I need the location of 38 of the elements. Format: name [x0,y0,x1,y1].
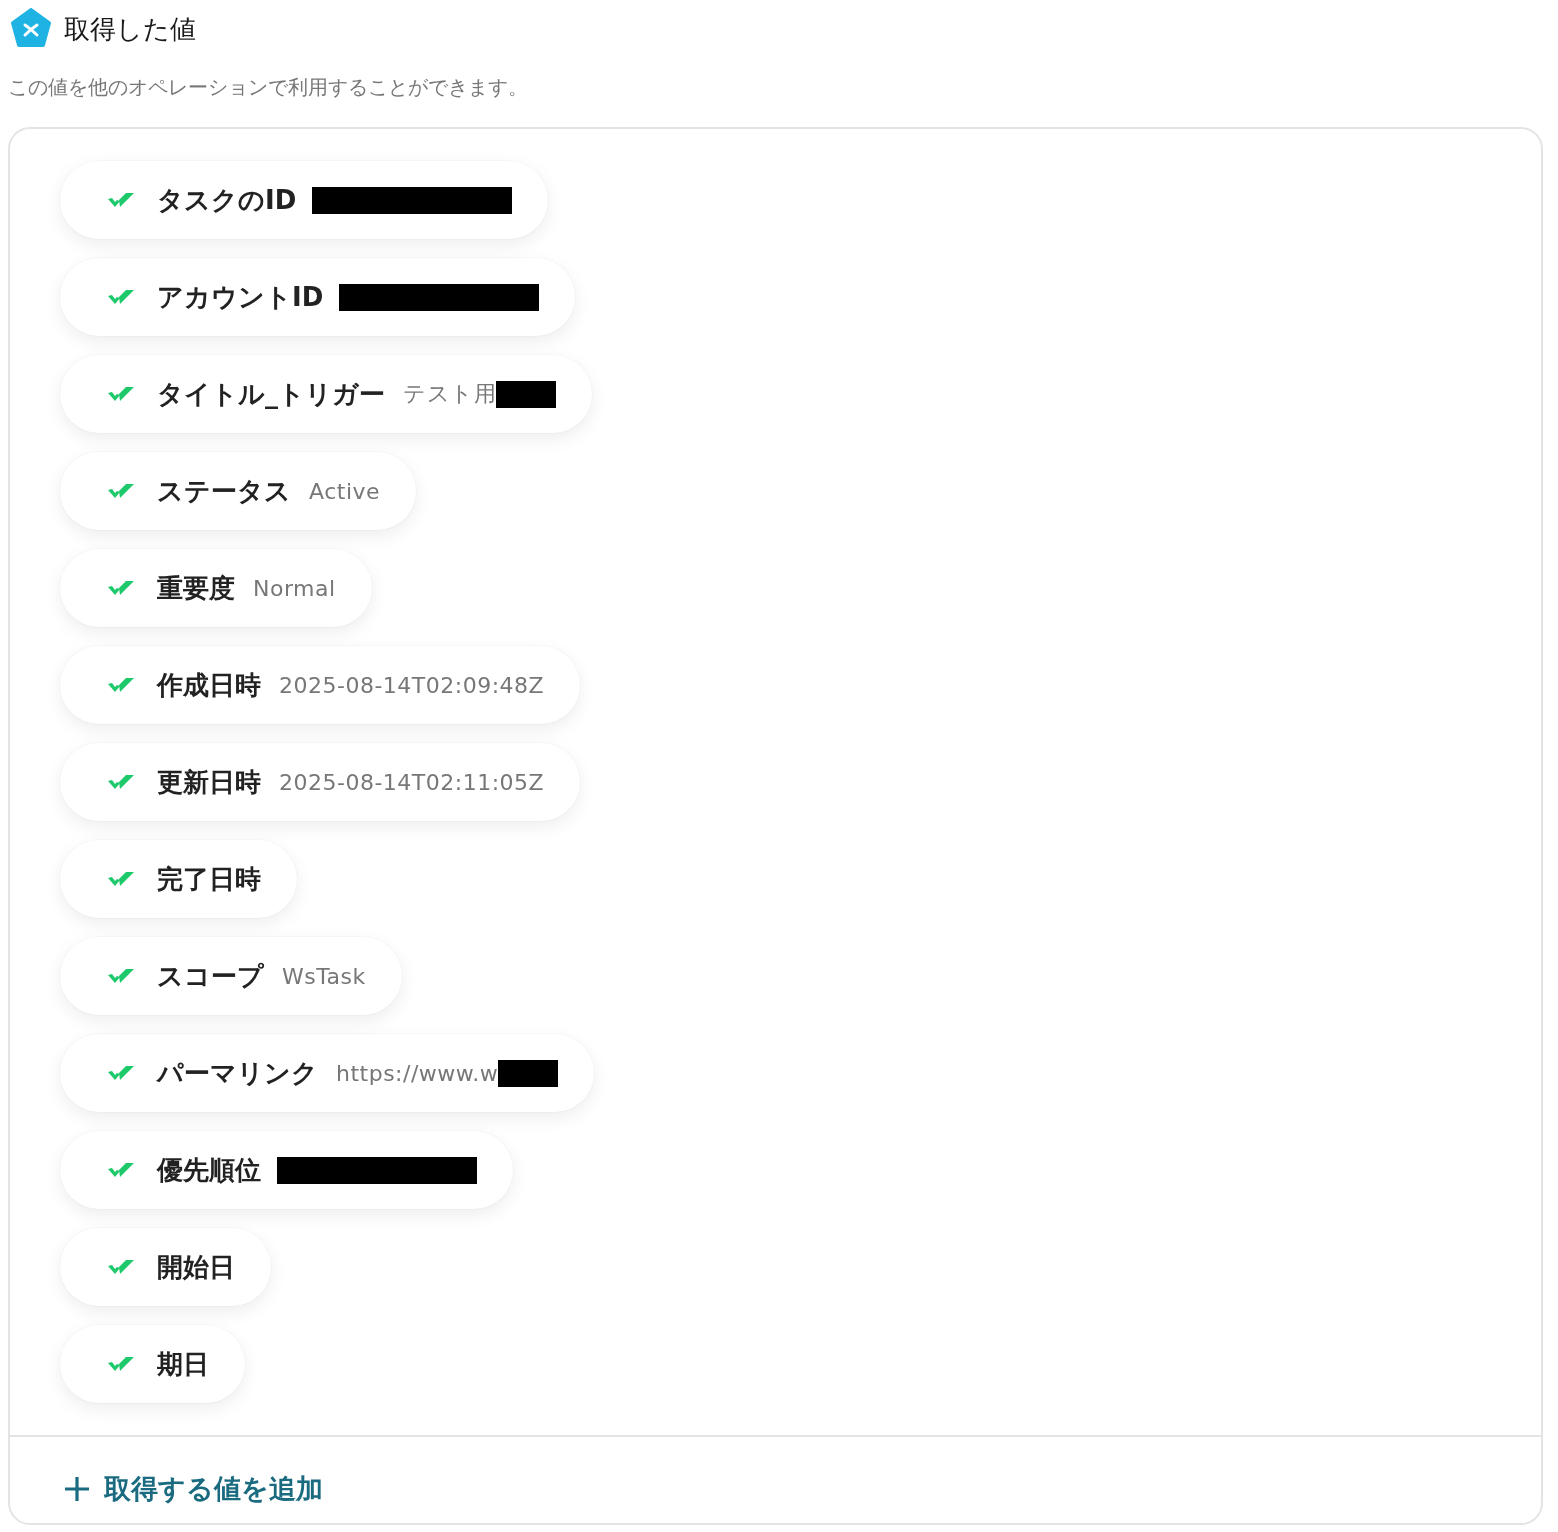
section-title: 取得した値 [64,12,196,46]
value-label: 作成日時 [157,668,261,702]
value-text: https://www.w [336,1060,499,1086]
value-chip[interactable]: 完了日時 [60,840,297,918]
value-label: 重要度 [157,571,235,605]
logo-icon [10,8,52,50]
value-text: Active [309,478,381,504]
value-chip[interactable]: アカウントID [60,258,576,336]
value-text: Normal [253,575,336,601]
value-label: 優先順位 [157,1153,261,1187]
value-text: 2025-08-14T02:09:48Z [279,672,545,698]
value-chip[interactable]: スコープ WsTask [60,937,402,1015]
value-chip[interactable]: 開始日 [60,1228,271,1306]
value-chip[interactable]: ステータス Active [60,452,417,530]
value-chip[interactable]: 優先順位 [60,1131,513,1209]
value-label: ステータス [157,474,291,508]
value-label: パーマリンク [157,1056,318,1090]
value-chip[interactable]: 更新日時 2025-08-14T02:11:05Z [60,743,581,821]
value-chip[interactable]: 期日 [60,1325,245,1403]
value-text: テスト用 [403,380,496,408]
add-value-button[interactable]: 取得する値を追加 [64,1471,323,1507]
section-description: この値を他のオペレーションで利用することができます。 [8,74,529,101]
value-label: 開始日 [157,1250,235,1284]
value-text: WsTask [282,963,366,989]
value-chip[interactable]: タイトル_トリガー テスト用 [60,355,592,433]
value-chip[interactable]: タスクのID [60,161,549,239]
value-label: 期日 [157,1347,209,1381]
value-chip[interactable]: 重要度 Normal [60,549,372,627]
value-label: 更新日時 [157,765,261,799]
value-chip[interactable]: 作成日時 2025-08-14T02:09:48Z [60,646,581,724]
plus-icon [64,1476,90,1502]
value-chip[interactable]: パーマリンク https://www.w [60,1034,595,1112]
value-label: スコープ [157,959,264,993]
value-label: タイトル_トリガー [157,377,385,411]
value-label: 完了日時 [157,862,261,896]
value-label: タスクのID [157,183,297,217]
value-text: 2025-08-14T02:11:05Z [279,769,545,795]
value-label: アカウントID [157,280,324,314]
